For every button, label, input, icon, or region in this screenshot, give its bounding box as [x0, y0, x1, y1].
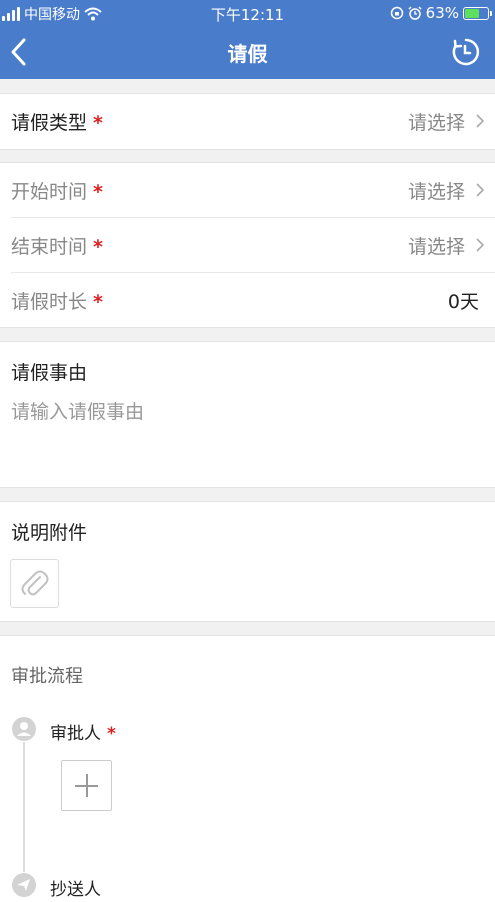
chevron-right-icon [476, 238, 485, 252]
reason-input[interactable] [11, 397, 481, 477]
chevron-right-icon [476, 183, 485, 197]
required-mark: * [107, 724, 116, 744]
reason-group: 请假事由 [0, 341, 495, 488]
end-time-label: 结束时间 * [11, 236, 103, 258]
cc-label: 抄送人 [50, 880, 101, 900]
start-time-row[interactable]: 开始时间 * 请选择 [11, 163, 495, 218]
required-mark: * [93, 236, 103, 258]
status-right: 63% [390, 4, 492, 22]
add-approver-button[interactable] [61, 760, 112, 811]
reason-label: 请假事由 [11, 362, 88, 384]
add-attachment-button[interactable] [10, 559, 59, 608]
battery-fill [465, 8, 479, 18]
start-time-value: 请选择 [407, 181, 465, 203]
send-icon [17, 879, 30, 891]
leave-type-group: 请假类型 * 请选择 [0, 93, 495, 150]
required-mark: * [93, 291, 103, 313]
clock-history-icon [452, 38, 480, 66]
paperclip-icon [21, 570, 49, 596]
end-time-value: 请选择 [407, 236, 465, 258]
attachment-label: 说明附件 [11, 522, 88, 544]
approval-title: 审批流程 [11, 666, 83, 687]
required-mark: * [93, 181, 103, 203]
time-group: 开始时间 * 请选择 结束时间 * 请选择 请假时长 * 0天 [0, 162, 495, 328]
duration-row: 请假时长 * 0天 [11, 273, 495, 328]
approver-label: 审批人 * [50, 724, 116, 744]
chevron-right-icon [476, 114, 485, 128]
approval-group: 审批流程 审批人 * 抄送人 [0, 635, 495, 902]
cc-dot [12, 873, 36, 897]
leave-type-label: 请假类型 * [11, 112, 103, 134]
required-mark: * [93, 112, 103, 134]
history-button[interactable] [451, 37, 481, 67]
nav-bar: 请假 [0, 26, 495, 79]
leave-type-row[interactable]: 请假类型 * 请选择 [11, 94, 495, 149]
battery-icon [463, 6, 492, 20]
alarm-icon [408, 6, 422, 20]
orientation-lock-icon [390, 6, 403, 20]
attachment-group: 说明附件 [0, 501, 495, 622]
status-bar: 中国移动 下午12:11 63% [0, 0, 495, 26]
battery-percent: 63% [425, 4, 459, 22]
user-icon [17, 722, 31, 736]
flow-line [23, 742, 25, 872]
duration-label: 请假时长 * [11, 291, 103, 313]
start-time-label: 开始时间 * [11, 181, 103, 203]
end-time-row[interactable]: 结束时间 * 请选择 [11, 218, 495, 273]
leave-type-value: 请选择 [407, 112, 465, 134]
duration-value: 0天 [447, 291, 479, 313]
page-title: 请假 [227, 42, 268, 66]
app-header: 中国移动 下午12:11 63% 请假 [0, 0, 495, 79]
approver-dot [12, 717, 36, 741]
